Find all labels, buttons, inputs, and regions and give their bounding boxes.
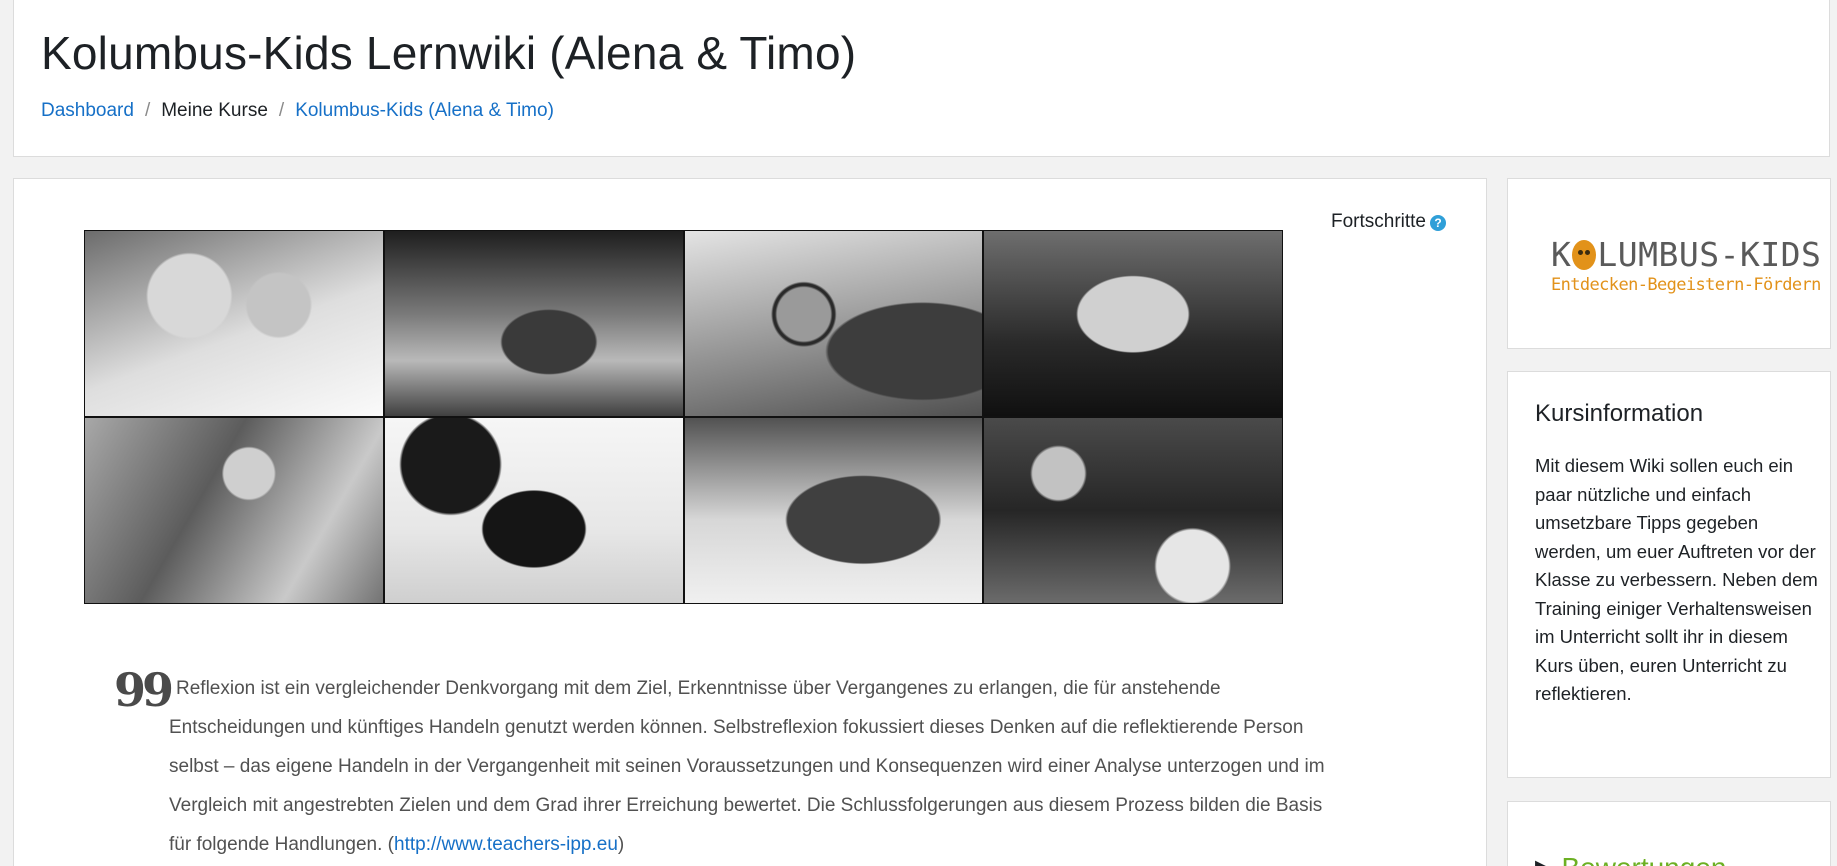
potato-face-icon [1572,239,1597,270]
course-info-title: Kursinformation [1535,400,1704,427]
breadcrumb-separator: / [278,100,285,121]
banner-photo-child-typing [683,417,984,604]
ratings-block: ▶ Bewertungen [1507,801,1831,866]
course-banner-image [84,230,1283,604]
banner-photo-children-writing [84,230,384,417]
quote-text: für folgende Handlungen. ( [169,834,394,855]
banner-photo-plants-jars [983,417,1283,604]
progress-label: Fortschritte [1330,211,1426,232]
kolumbus-kids-logo[interactable]: K LUMBUS-KIDS [1551,235,1821,274]
reflection-quote: 99 Reflexion ist ein vergleichender Denk… [114,663,1389,864]
teachers-ipp-link[interactable]: http://www.teachers-ipp.eu [394,834,618,855]
quote-icon: 99 [114,663,174,717]
quote-line: Entscheidungen und künftiges Handeln gen… [169,717,1304,738]
logo-text-rest: LUMBUS-KIDS [1597,235,1822,274]
quote-line: Reflexion ist ein vergleichender Denkvor… [176,678,1221,699]
logo-block: K LUMBUS-KIDS Entdecken-Begeistern-Förde… [1507,178,1831,349]
triangle-right-icon: ▶ [1535,854,1553,866]
course-content: Fortschritte ? 99 Reflexion ist ein verg… [13,178,1487,866]
progress-indicator: Fortschritte ? [1331,211,1446,233]
course-info-block: Kursinformation Mit diesem Wiki sollen e… [1507,371,1831,778]
breadcrumb-separator: / [144,100,151,121]
breadcrumb-course[interactable]: Kolumbus-Kids (Alena & Timo) [295,100,554,122]
breadcrumb-dashboard[interactable]: Dashboard [41,100,134,122]
question-circle-icon[interactable]: ? [1430,215,1446,231]
banner-photo-salamander [383,417,684,604]
breadcrumb-my-courses: Meine Kurse [161,100,268,121]
banner-photo-children-lab [84,417,384,604]
logo-text-k: K [1551,235,1572,274]
logo-tagline: Entdecken-Begeistern-Fördern [1551,275,1821,295]
page-header: Kolumbus-Kids Lernwiki (Alena & Timo) Da… [13,0,1830,157]
ratings-toggle[interactable]: ▶ Bewertungen [1535,852,1726,866]
ratings-label: Bewertungen [1561,852,1726,866]
breadcrumb: Dashboard / Meine Kurse / Kolumbus-Kids … [41,100,554,122]
quote-line: Vergleich mit angestrebten Zielen und de… [169,795,1323,816]
page-title: Kolumbus-Kids Lernwiki (Alena & Timo) [41,27,857,79]
banner-photo-hands-newt [983,230,1283,417]
quote-line: selbst – das eigene Handeln in der Verga… [169,756,1325,777]
course-info-text: Mit diesem Wiki sollen euch ein paar nüt… [1535,455,1818,704]
banner-photo-child-laptop [683,230,984,417]
banner-photo-aquarium [383,230,684,417]
quote-text: ) [617,834,625,855]
quote-line-last: für folgende Handlungen. (http://www.tea… [114,825,1389,864]
